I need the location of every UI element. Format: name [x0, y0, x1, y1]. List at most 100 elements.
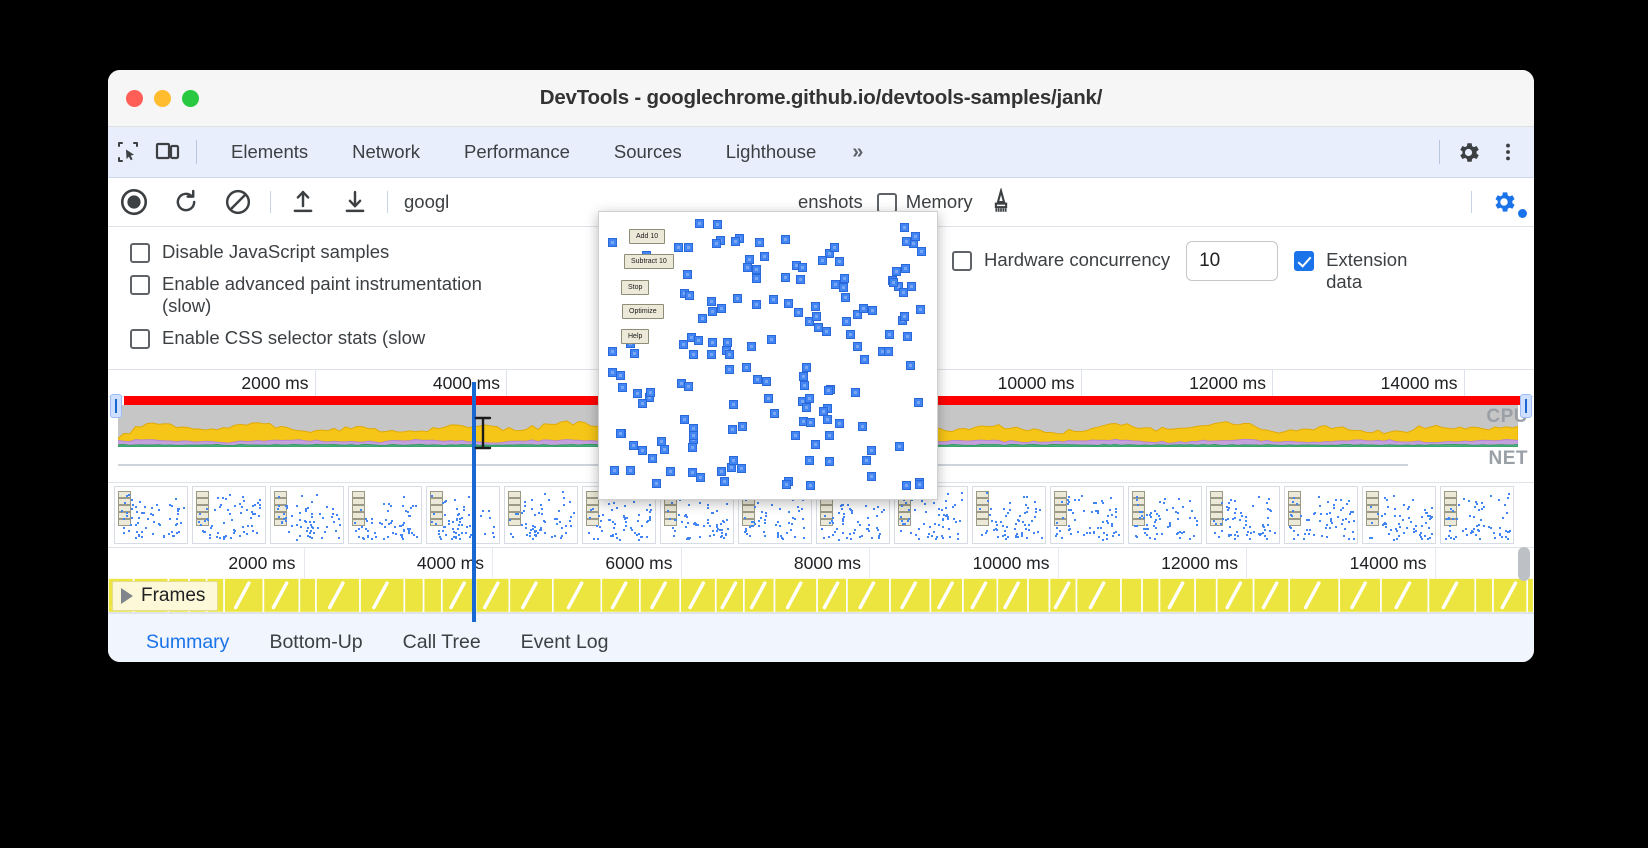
- filmstrip-particle: [1143, 527, 1145, 530]
- filmstrip-frame[interactable]: [426, 485, 500, 544]
- extension-data-checkbox[interactable]: [1294, 251, 1315, 271]
- frame-block[interactable]: [1141, 577, 1161, 613]
- setting-hardware-concurrency[interactable]: Hardware concurrency: [952, 249, 1170, 271]
- frame-block[interactable]: [1027, 577, 1051, 613]
- preview-particle: [695, 218, 705, 228]
- tab-bottom-up[interactable]: Bottom-Up: [249, 614, 382, 662]
- frame-block[interactable]: [403, 577, 425, 613]
- filmstrip-frame[interactable]: [1362, 485, 1436, 544]
- frame-block[interactable]: [1288, 577, 1341, 613]
- tab-summary[interactable]: Summary: [126, 614, 249, 662]
- filmstrip-particle: [553, 534, 556, 537]
- memory-checkbox[interactable]: Memory: [876, 191, 973, 213]
- record-icon[interactable]: [108, 182, 160, 222]
- disable-js-samples-checkbox[interactable]: [130, 243, 150, 263]
- filmstrip-particle: [1318, 495, 1321, 498]
- advanced-paint-checkbox[interactable]: [130, 275, 150, 295]
- filmstrip-particle: [859, 523, 862, 526]
- filmstrip-frame[interactable]: [192, 485, 266, 544]
- tab-sources[interactable]: Sources: [592, 141, 704, 163]
- filmstrip-particle: [442, 525, 445, 528]
- reload-and-record-icon[interactable]: [160, 182, 212, 222]
- filmstrip-particle: [1330, 519, 1333, 522]
- filmstrip-particle: [678, 513, 681, 516]
- more-options-icon[interactable]: [1488, 135, 1528, 169]
- filmstrip-particle: [1068, 528, 1071, 531]
- frames-track-header[interactable]: Frames: [112, 580, 219, 611]
- filmstrip-frame[interactable]: [348, 485, 422, 544]
- filmstrip-frame[interactable]: [972, 485, 1046, 544]
- frame-block[interactable]: [1120, 577, 1143, 613]
- filmstrip-frame[interactable]: [1284, 485, 1358, 544]
- frame-block[interactable]: [422, 577, 443, 613]
- filmstrip-particle: [1430, 533, 1433, 536]
- tab-network[interactable]: Network: [330, 141, 442, 163]
- clear-icon[interactable]: [212, 182, 264, 222]
- preview-particle: [684, 381, 694, 391]
- tab-elements[interactable]: Elements: [209, 141, 330, 163]
- overview-window-left-handle[interactable]: [110, 393, 122, 418]
- hardware-concurrency-input[interactable]: 10: [1186, 241, 1279, 281]
- trash-icon[interactable]: [987, 188, 1015, 216]
- filmstrip-frame[interactable]: [270, 485, 344, 544]
- filmstrip-particle: [1503, 504, 1506, 507]
- preview-particle: [885, 330, 895, 340]
- more-tabs-chevron-icon[interactable]: »: [838, 141, 874, 164]
- filmstrip-particle: [821, 527, 824, 530]
- inspect-element-icon[interactable]: [108, 135, 148, 169]
- setting-advanced-paint[interactable]: Enable advanced paint instrumentation (s…: [130, 273, 492, 317]
- filmstrip-frame[interactable]: [1128, 485, 1202, 544]
- filmstrip-frame[interactable]: [504, 485, 578, 544]
- filmstrip-particle: [1060, 500, 1063, 503]
- tabstrip-right-divider: [1439, 140, 1440, 164]
- ruler-tick: 4000 ms: [316, 369, 507, 396]
- filmstrip-particle: [1153, 524, 1156, 527]
- setting-css-selector-stats[interactable]: Enable CSS selector stats (slow: [130, 327, 492, 349]
- download-icon[interactable]: [329, 182, 381, 222]
- upload-icon[interactable]: [277, 182, 329, 222]
- setting-disable-js-samples[interactable]: Disable JavaScript samples: [130, 241, 492, 263]
- triangle-right-icon[interactable]: [121, 587, 133, 604]
- filmstrip-particle: [1092, 530, 1095, 533]
- filmstrip-frame[interactable]: [1206, 485, 1280, 544]
- filmstrip-particle: [649, 508, 652, 511]
- preview-particle: [842, 317, 852, 327]
- tab-call-tree[interactable]: Call Tree: [383, 614, 501, 662]
- filmstrip-particle: [598, 526, 601, 529]
- frame-block[interactable]: [1194, 577, 1218, 613]
- filmstrip-particle: [1335, 526, 1338, 529]
- filmstrip-mini-button: [1366, 504, 1379, 512]
- hardware-concurrency-checkbox[interactable]: [952, 251, 972, 271]
- ruler-tick: 14000 ms: [1273, 369, 1465, 396]
- filmstrip-mini-button: [352, 511, 365, 519]
- filmstrip-particle: [157, 509, 160, 512]
- capture-settings-gear-icon[interactable]: [1478, 182, 1530, 222]
- filmstrip-particle: [1097, 535, 1100, 538]
- filmstrip-particle: [883, 508, 885, 511]
- filmstrip-frame[interactable]: [1440, 485, 1514, 544]
- settings-gear-icon[interactable]: [1448, 135, 1488, 169]
- overview-window-right-handle[interactable]: [1520, 393, 1532, 418]
- filmstrip-particle: [601, 513, 604, 516]
- frame-block[interactable]: [1474, 577, 1494, 613]
- filmstrip-particle: [1090, 510, 1093, 513]
- css-selector-stats-checkbox[interactable]: [130, 328, 150, 349]
- filmstrip-particle: [1475, 534, 1478, 537]
- frames-track[interactable]: Frames: [108, 577, 1534, 613]
- filmstrip-particle: [559, 536, 562, 539]
- filmstrip-frame[interactable]: [1050, 485, 1124, 544]
- frame-block[interactable]: [1526, 577, 1534, 613]
- tab-performance[interactable]: Performance: [442, 141, 592, 163]
- device-toolbar-icon[interactable]: [148, 135, 188, 169]
- filmstrip-particle: [625, 520, 628, 523]
- filmstrip-particle: [1326, 524, 1329, 527]
- tab-lighthouse[interactable]: Lighthouse: [704, 141, 839, 163]
- memory-checkbox-box[interactable]: [876, 193, 897, 213]
- filmstrip-frame[interactable]: [114, 485, 188, 544]
- tab-event-log[interactable]: Event Log: [501, 614, 629, 662]
- timeline-vertical-scrollbar[interactable]: [1518, 547, 1530, 581]
- filmstrip-particle: [1093, 532, 1096, 535]
- frame-block[interactable]: [298, 577, 317, 613]
- setting-extension-data[interactable]: Extension data: [1294, 249, 1446, 293]
- filmstrip-particle: [1109, 508, 1112, 511]
